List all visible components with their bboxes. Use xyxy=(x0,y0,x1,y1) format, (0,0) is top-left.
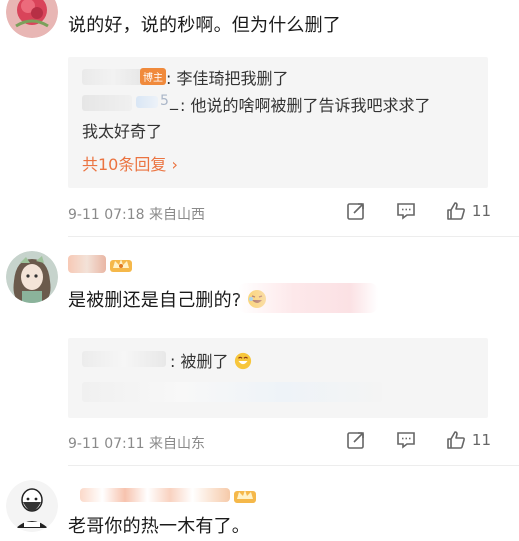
reply-author-blurred[interactable] xyxy=(82,69,144,85)
action-bar: 11 xyxy=(316,201,491,221)
reply-box[interactable]: 博主 : 李佳琦把我删了 5 _ : 他说的啥啊被删了告诉我吧求求了 我太好奇了… xyxy=(68,57,488,188)
like-count: 11 xyxy=(471,431,491,449)
reply-box[interactable]: : 被删了 xyxy=(68,338,488,418)
share-icon xyxy=(347,203,364,220)
reply-author-blurred[interactable] xyxy=(136,96,158,108)
avatar[interactable] xyxy=(6,0,58,38)
reply-author-blurred[interactable] xyxy=(82,95,132,111)
more-replies-link[interactable]: 共10条回复 › xyxy=(82,151,178,175)
share-button[interactable] xyxy=(346,201,366,221)
reply-author-suffix: _ xyxy=(170,91,178,110)
comment-icon xyxy=(397,432,415,449)
avatar[interactable] xyxy=(6,480,58,532)
reply-text: : 他说的啥啊被删了告诉我吧求求了 xyxy=(180,96,431,115)
reply-text: : 被删了 xyxy=(170,348,252,372)
action-bar: 11 xyxy=(316,430,491,450)
comment-meta: 9-11 07:11 来自山东 xyxy=(68,436,206,452)
comment-text-content: 是被删还是自己删的? xyxy=(68,290,242,311)
reply-blurred-line xyxy=(82,382,382,402)
reply-text: : 李佳琦把我删了 xyxy=(166,69,289,88)
author-tag-badge: 博主 xyxy=(140,68,166,85)
comment-text: 说的好，说的秒啊。但为什么删了 xyxy=(68,15,341,36)
blur-patch xyxy=(238,283,378,313)
share-button[interactable] xyxy=(346,430,366,450)
thumbs-up-icon xyxy=(447,202,465,220)
comment-item-3: 老哥你的热一木有了。 xyxy=(0,466,519,541)
comment-item-2: 是被删还是自己删的? : 被删了 9-11 07:11 来自山东 11 xyxy=(0,237,519,465)
comment-text: 老哥你的热一木有了。 xyxy=(68,516,250,537)
like-count: 11 xyxy=(471,202,491,220)
reply-text-continued: 我太好奇了 xyxy=(82,122,163,141)
comment-icon xyxy=(397,203,415,220)
reply-author-suffix: 5 xyxy=(160,93,169,109)
thumbs-up-icon xyxy=(447,431,465,449)
share-icon xyxy=(347,432,364,449)
like-button[interactable]: 11 xyxy=(446,201,491,221)
comment-meta: 9-11 07:18 来自山西 xyxy=(68,207,206,223)
username-blurred[interactable] xyxy=(68,255,106,273)
comment-button[interactable] xyxy=(396,430,416,450)
reply-text-content: : 被删了 xyxy=(170,352,229,371)
crown-badge-icon xyxy=(110,259,132,272)
username-blurred[interactable] xyxy=(80,488,230,502)
comment-item-1: 说的好，说的秒啊。但为什么删了 博主 : 李佳琦把我删了 5 _ : 他说的啥啊… xyxy=(0,0,519,236)
like-button[interactable]: 11 xyxy=(446,430,491,450)
crown-badge-icon xyxy=(234,490,256,503)
reply-author-blurred[interactable] xyxy=(82,351,166,367)
comment-button[interactable] xyxy=(396,201,416,221)
avatar[interactable] xyxy=(6,251,58,303)
laugh-emoji-icon xyxy=(234,352,251,370)
